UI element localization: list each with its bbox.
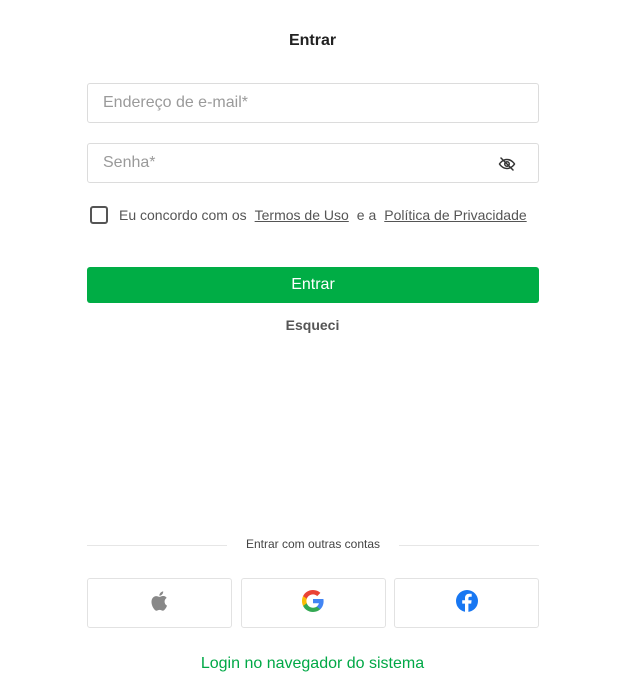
agree-and: e a [356, 207, 377, 223]
system-browser-login-link[interactable]: Login no navegador do sistema [0, 655, 625, 673]
email-field[interactable] [87, 83, 539, 123]
agree-checkbox[interactable] [90, 206, 108, 224]
social-login-buttons [87, 578, 539, 628]
password-input[interactable] [88, 144, 538, 182]
apple-login-button[interactable] [87, 578, 232, 628]
email-input[interactable] [88, 84, 538, 122]
google-icon [301, 589, 325, 618]
google-login-button[interactable] [240, 578, 386, 628]
password-field[interactable] [87, 143, 539, 183]
facebook-icon [455, 589, 479, 618]
facebook-login-button[interactable] [394, 578, 539, 628]
apple-icon [148, 589, 172, 618]
divider-line-right [399, 545, 539, 546]
social-divider: Entrar com outras contas [87, 537, 539, 553]
privacy-link[interactable]: Política de Privacidade [384, 207, 526, 223]
agree-prefix: Eu concordo com os [119, 207, 247, 223]
social-divider-text: Entrar com outras contas [245, 537, 381, 551]
eye-slash-icon[interactable] [498, 155, 516, 173]
page-title: Entrar [288, 32, 337, 49]
terms-link[interactable]: Termos de Uso [255, 207, 349, 223]
forgot-password-link[interactable]: Esqueci [0, 317, 625, 333]
login-button[interactable]: Entrar [87, 267, 539, 303]
agree-terms-row: Eu concordo com os Termos de Uso e a Pol… [90, 206, 527, 224]
